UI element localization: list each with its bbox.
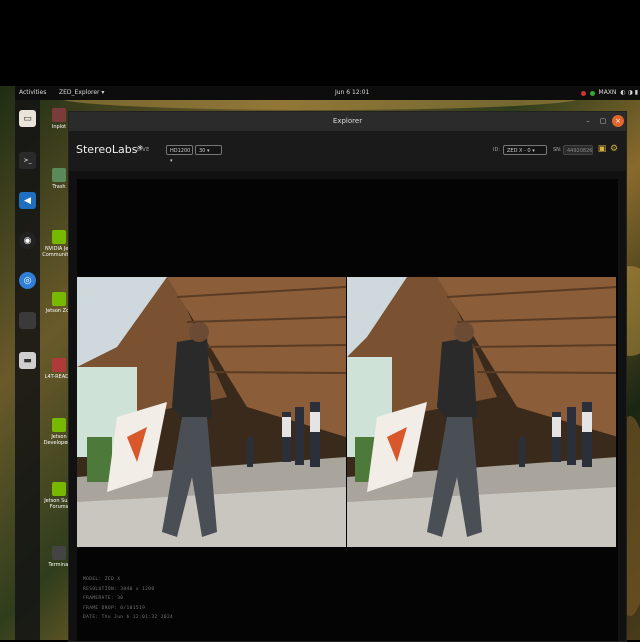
explorer-window: Explorer – ▢ × StereoLabs* LIVE HD1200 ▾…	[68, 111, 627, 642]
left-camera-view	[77, 277, 346, 547]
resolution-select[interactable]: HD1200 ▾	[166, 145, 193, 164]
nvidia-icon	[52, 418, 66, 432]
status-area[interactable]: MAXN ◐ ◑ ▮	[580, 86, 638, 100]
tray-icons: ◐ ◑ ▮	[620, 89, 638, 96]
right-camera-view	[347, 277, 616, 547]
minimize-icon[interactable]: –	[582, 115, 594, 127]
readme-icon	[52, 358, 66, 372]
camera-info-panel: MODEL: ZED X RESOLUTION: 3840 x 1200 FRA…	[83, 575, 173, 623]
files-icon[interactable]: ▭	[19, 110, 36, 127]
chromium-icon[interactable]: ◎	[19, 272, 36, 289]
separator-icon	[19, 312, 36, 329]
right-camera-frame	[347, 277, 616, 547]
maximize-icon[interactable]: ▢	[597, 115, 609, 127]
vscode-icon[interactable]: ◀	[19, 192, 36, 209]
record-icon[interactable]: ▣	[597, 144, 607, 154]
info-frame-drop: FRAME DROP: 0/101519	[83, 605, 146, 611]
clock[interactable]: Jun 6 12:01	[335, 86, 369, 100]
left-camera-frame	[77, 277, 346, 547]
camera-select[interactable]: ZED X - 0 ▾	[503, 145, 547, 155]
brand-logo: StereoLabs*	[76, 143, 143, 156]
app-header: StereoLabs* LIVE HD1200 ▾ 30 ▾ ID: ZED X…	[69, 131, 626, 171]
record-icon	[580, 90, 586, 96]
power-mode-icon	[589, 90, 595, 96]
video-area: MODEL: ZED X RESOLUTION: 3840 x 1200 FRA…	[77, 179, 618, 641]
power-mode-label: MAXN	[598, 89, 617, 96]
terminal-icon	[52, 546, 66, 560]
info-resolution: RESOLUTION: 3840 x 1200	[83, 586, 155, 592]
nvidia-icon	[52, 482, 66, 496]
nvidia-icon	[52, 230, 66, 244]
activities-button[interactable]: Activities	[19, 86, 46, 100]
terminal-icon[interactable]: >_	[19, 152, 36, 169]
drive-icon[interactable]: ▬	[19, 352, 36, 369]
system-topbar: Activities ZED_Explorer ▾ Jun 6 12:01 MA…	[15, 86, 640, 100]
dock: ▭ >_ ◀ ◉ ◎ ▬	[15, 100, 40, 640]
close-icon[interactable]: ×	[612, 115, 624, 127]
fps-select[interactable]: 30 ▾	[195, 145, 222, 155]
serial-field: 44920826	[563, 145, 593, 155]
camera-id-label: ID:	[493, 147, 501, 153]
info-date: DATE: Thu Jun 6 12:01:32 2024	[83, 615, 174, 620]
info-framerate: FRAMERATE: 30	[83, 596, 124, 601]
live-indicator: LIVE	[137, 147, 150, 153]
nvidia-icon	[52, 292, 66, 306]
inplot-icon	[52, 108, 66, 122]
obs-icon[interactable]: ◉	[19, 232, 36, 249]
trash-icon	[52, 168, 66, 182]
window-title: Explorer	[332, 117, 363, 125]
top-letterbox	[0, 0, 640, 86]
app-menu[interactable]: ZED_Explorer ▾	[59, 86, 104, 100]
window-titlebar[interactable]: Explorer – ▢ ×	[69, 112, 626, 131]
info-model: MODEL: ZED X	[83, 577, 121, 582]
serial-label: SN:	[553, 147, 562, 153]
settings-gear-icon[interactable]: ⚙	[609, 144, 619, 154]
